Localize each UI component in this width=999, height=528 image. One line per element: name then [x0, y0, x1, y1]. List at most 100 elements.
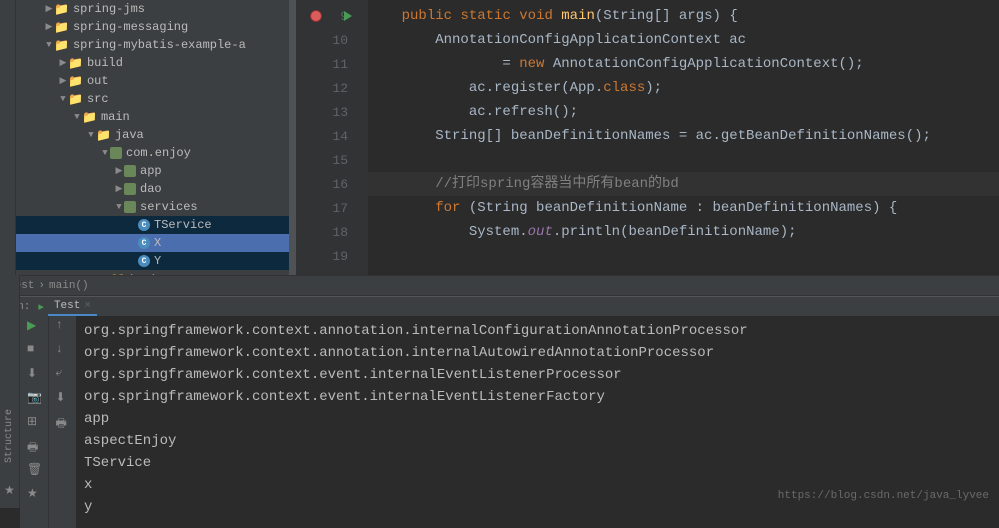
expand-arrow-icon[interactable]: ▼ [114, 202, 124, 212]
gutter-line[interactable]: 14 [296, 124, 368, 148]
expand-arrow-icon[interactable]: ▶ [58, 76, 68, 86]
code-text: = [368, 56, 519, 72]
close-icon[interactable]: × [84, 300, 91, 312]
console-line: org.springframework.context.annotation.i… [84, 342, 999, 364]
exit-icon[interactable]: ⬇ [27, 366, 41, 380]
expand-arrow-icon[interactable]: ▼ [72, 112, 82, 122]
tree-item[interactable]: ▶📁out [16, 72, 296, 90]
rerun-icon[interactable]: ▶ [27, 318, 41, 332]
up-icon[interactable]: ↑ [56, 318, 70, 332]
structure-tool[interactable]: Structure [4, 409, 15, 463]
console-line: app [84, 408, 999, 430]
gutter-line[interactable]: 15 [296, 148, 368, 172]
tree-item[interactable]: ▶📁 build [16, 54, 296, 72]
tree-scrollbar[interactable] [289, 0, 296, 275]
down-icon[interactable]: ↓ [56, 342, 70, 356]
gutter-line[interactable]: 9 [296, 4, 368, 28]
tree-item-label: spring-jms [73, 2, 145, 16]
tree-item[interactable]: ▼📁main [16, 108, 296, 126]
tree-item-label: spring-messaging [73, 20, 188, 34]
class-icon: C [138, 237, 150, 249]
project-tree[interactable]: ▶📁spring-jms▶📁spring-messaging▼📁spring-m… [16, 0, 296, 275]
tree-item-label: src [87, 92, 109, 106]
run-tab[interactable]: Test× [48, 298, 97, 316]
tree-item[interactable]: ▶ dao [16, 180, 296, 198]
code-text: .println(beanDefinitionName); [553, 224, 797, 240]
tree-item-label: services [140, 200, 198, 214]
gutter-line[interactable]: 10 [296, 28, 368, 52]
left-gutter-bar [0, 0, 16, 275]
tree-item[interactable]: CX [16, 234, 296, 252]
expand-arrow-icon[interactable]: ▶ [114, 166, 124, 176]
keyword: void [519, 8, 553, 24]
tree-item[interactable]: ▼📁java [16, 126, 296, 144]
wrap-icon[interactable]: ⤶ [56, 366, 70, 380]
tree-item[interactable]: CY [16, 252, 296, 270]
tree-item[interactable]: ▶📁spring-messaging [16, 18, 296, 36]
tree-item[interactable]: ▼ com.enjoy [16, 144, 296, 162]
tree-item-label: dao [140, 182, 162, 196]
expand-arrow-icon[interactable]: ▶ [44, 22, 54, 32]
run-gutter-icon[interactable] [344, 11, 352, 21]
scroll-icon[interactable]: ⬇ [56, 390, 70, 404]
class-icon: C [138, 255, 150, 267]
tree-item[interactable]: ▶app [16, 162, 296, 180]
breadcrumb[interactable]: Test › main() [0, 275, 999, 295]
gutter-line[interactable]: 16 [296, 172, 368, 196]
expand-arrow-icon[interactable]: ▶ [58, 58, 68, 68]
code-area[interactable]: public static void main(String[] args) {… [368, 0, 999, 275]
print2-icon[interactable]: 🖶 [56, 414, 70, 428]
tree-item-label: X [154, 236, 161, 250]
code-text [368, 148, 999, 172]
bookmark-icon[interactable]: ★ [4, 483, 15, 498]
breakpoint-icon[interactable] [310, 10, 322, 22]
tree-item-label: out [87, 74, 109, 88]
gutter-line[interactable]: 19 [296, 244, 368, 268]
tree-item[interactable]: ▼📁test [16, 270, 296, 275]
expand-arrow-icon[interactable]: ▶ [44, 4, 54, 14]
gutter-line[interactable]: 11 [296, 52, 368, 76]
code-text: (String beanDefinitionName : beanDefinit… [460, 200, 897, 216]
tree-item[interactable]: ▶📁spring-jms [16, 0, 296, 18]
print-icon[interactable]: 🖶 [27, 438, 41, 452]
folder-icon: 📁 [82, 110, 97, 125]
expand-arrow-icon[interactable]: ▼ [100, 148, 110, 158]
code-text [368, 200, 435, 216]
tree-item-label: build [87, 56, 123, 70]
tree-item-label: spring-mybatis-example-a [73, 38, 246, 52]
gutter-line[interactable]: 18 [296, 220, 368, 244]
pin-icon[interactable]: ★ [27, 486, 41, 500]
editor-gutter[interactable]: 910111213141516171819 [296, 0, 368, 275]
run-panel-header: Run: ▸ Test× [0, 296, 999, 316]
layout-icon[interactable]: ⊞ [27, 414, 41, 428]
gutter-line[interactable]: 17 [296, 196, 368, 220]
code-text: System. [368, 224, 528, 240]
keyword [368, 8, 402, 24]
console-line: org.springframework.context.event.intern… [84, 364, 999, 386]
code-text: String[] beanDefinitionNames = ac.getBea… [368, 124, 999, 148]
tree-item-label: com.enjoy [126, 146, 191, 160]
clear-icon[interactable]: 🗑 [27, 462, 41, 476]
keyword: class [603, 80, 645, 96]
keyword: static [460, 8, 510, 24]
tree-item[interactable]: ▼📁 src [16, 90, 296, 108]
dump-icon[interactable]: 📷 [27, 390, 41, 404]
expand-arrow-icon[interactable]: ▼ [86, 130, 96, 140]
gutter-line[interactable]: 12 [296, 76, 368, 100]
stop-icon[interactable]: ■ [27, 342, 41, 356]
expand-arrow-icon[interactable]: ▼ [58, 94, 68, 104]
left-tool-strip[interactable]: Structure ★ [0, 275, 20, 508]
tree-item[interactable]: CTService [16, 216, 296, 234]
breadcrumb-item[interactable]: main() [49, 280, 89, 292]
expand-arrow-icon[interactable]: ▼ [100, 274, 110, 275]
method-name: main [561, 8, 595, 24]
folder-icon: 📁 [68, 92, 83, 107]
expand-arrow-icon[interactable]: ▼ [44, 40, 54, 50]
tree-item[interactable]: ▼📁spring-mybatis-example-a [16, 36, 296, 54]
expand-arrow-icon[interactable]: ▶ [114, 184, 124, 194]
folder-icon: 📁 [68, 56, 83, 71]
gutter-line[interactable]: 13 [296, 100, 368, 124]
breadcrumb-separator: › [38, 280, 45, 292]
code-editor[interactable]: 910111213141516171819 public static void… [296, 0, 999, 275]
tree-item[interactable]: ▼ services [16, 198, 296, 216]
